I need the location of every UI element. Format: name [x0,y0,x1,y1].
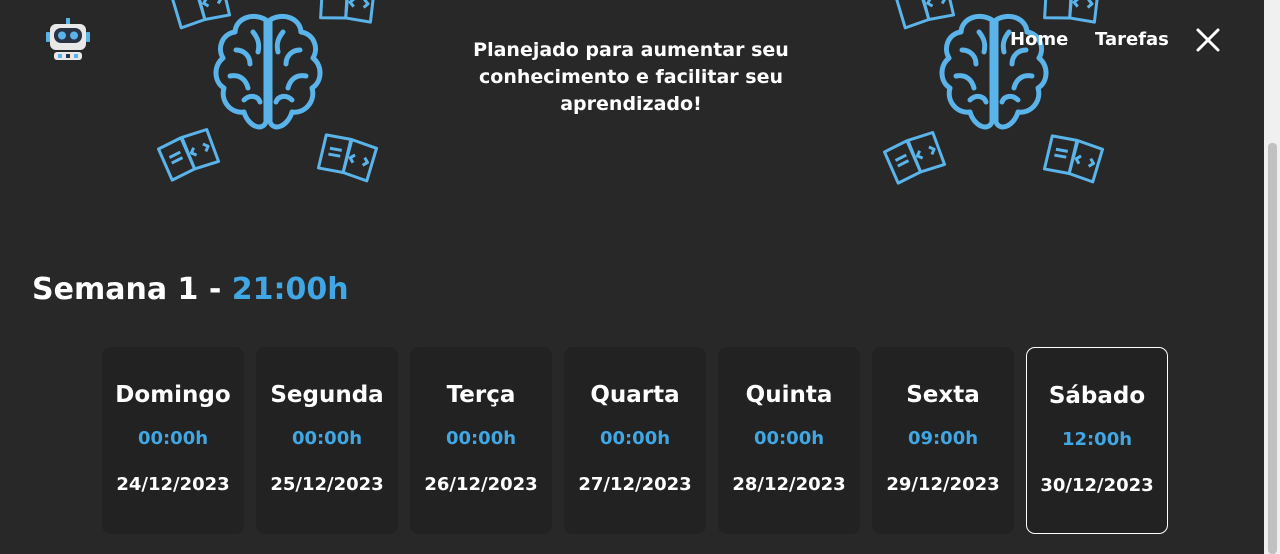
day-date: 27/12/2023 [578,474,692,495]
week-title: Semana 1 - 21:00h [32,272,349,307]
close-icon[interactable] [1194,26,1222,54]
day-card-sabado[interactable]: Sábado 12:00h 30/12/2023 [1026,347,1168,534]
robot-logo-icon[interactable] [44,16,92,64]
day-hours: 00:00h [599,428,671,449]
day-card-segunda[interactable]: Segunda 00:00h 25/12/2023 [256,347,398,534]
tagline: Planejado para aumentar seu conhecimento… [473,39,789,115]
day-date: 29/12/2023 [886,474,1000,495]
day-card-terca[interactable]: Terça 00:00h 26/12/2023 [410,347,552,534]
day-name: Domingo [115,382,231,408]
code-book-icon [1040,0,1102,28]
day-hours: 00:00h [137,428,209,449]
week-separator: - [208,272,222,307]
week-label: Semana 1 [32,272,199,307]
day-hours: 00:00h [291,428,363,449]
nav-home-link[interactable]: Home [1010,29,1068,50]
day-date: 26/12/2023 [424,474,538,495]
day-date: 24/12/2023 [116,474,230,495]
day-card-quinta[interactable]: Quinta 00:00h 28/12/2023 [718,347,860,534]
day-name: Segunda [270,382,384,408]
brain-icon [208,10,328,144]
day-list: Domingo 00:00h 24/12/2023 Segunda 00:00h… [102,347,1168,534]
day-hours: 12:00h [1061,429,1133,450]
day-card-quarta[interactable]: Quarta 00:00h 27/12/2023 [564,347,706,534]
day-date: 30/12/2023 [1040,475,1154,496]
day-hours: 00:00h [753,428,825,449]
vertical-scrollbar[interactable] [1264,0,1280,554]
day-name: Sábado [1048,383,1146,409]
code-book-icon [313,128,381,187]
day-name: Terça [446,382,516,408]
day-card-domingo[interactable]: Domingo 00:00h 24/12/2023 [102,347,244,534]
day-card-sexta[interactable]: Sexta 09:00h 29/12/2023 [872,347,1014,534]
week-total-hours: 21:00h [231,272,349,307]
nav-tasks-link[interactable]: Tarefas [1095,29,1169,50]
code-book-icon [1039,129,1107,188]
scrollbar-thumb[interactable] [1268,143,1277,554]
day-name: Quinta [745,382,833,408]
day-hours: 00:00h [445,428,517,449]
code-book-icon [316,0,378,28]
day-hours: 09:00h [907,428,979,449]
day-date: 25/12/2023 [270,474,384,495]
day-name: Sexta [906,382,980,408]
day-name: Quarta [590,382,680,408]
day-date: 28/12/2023 [732,474,846,495]
